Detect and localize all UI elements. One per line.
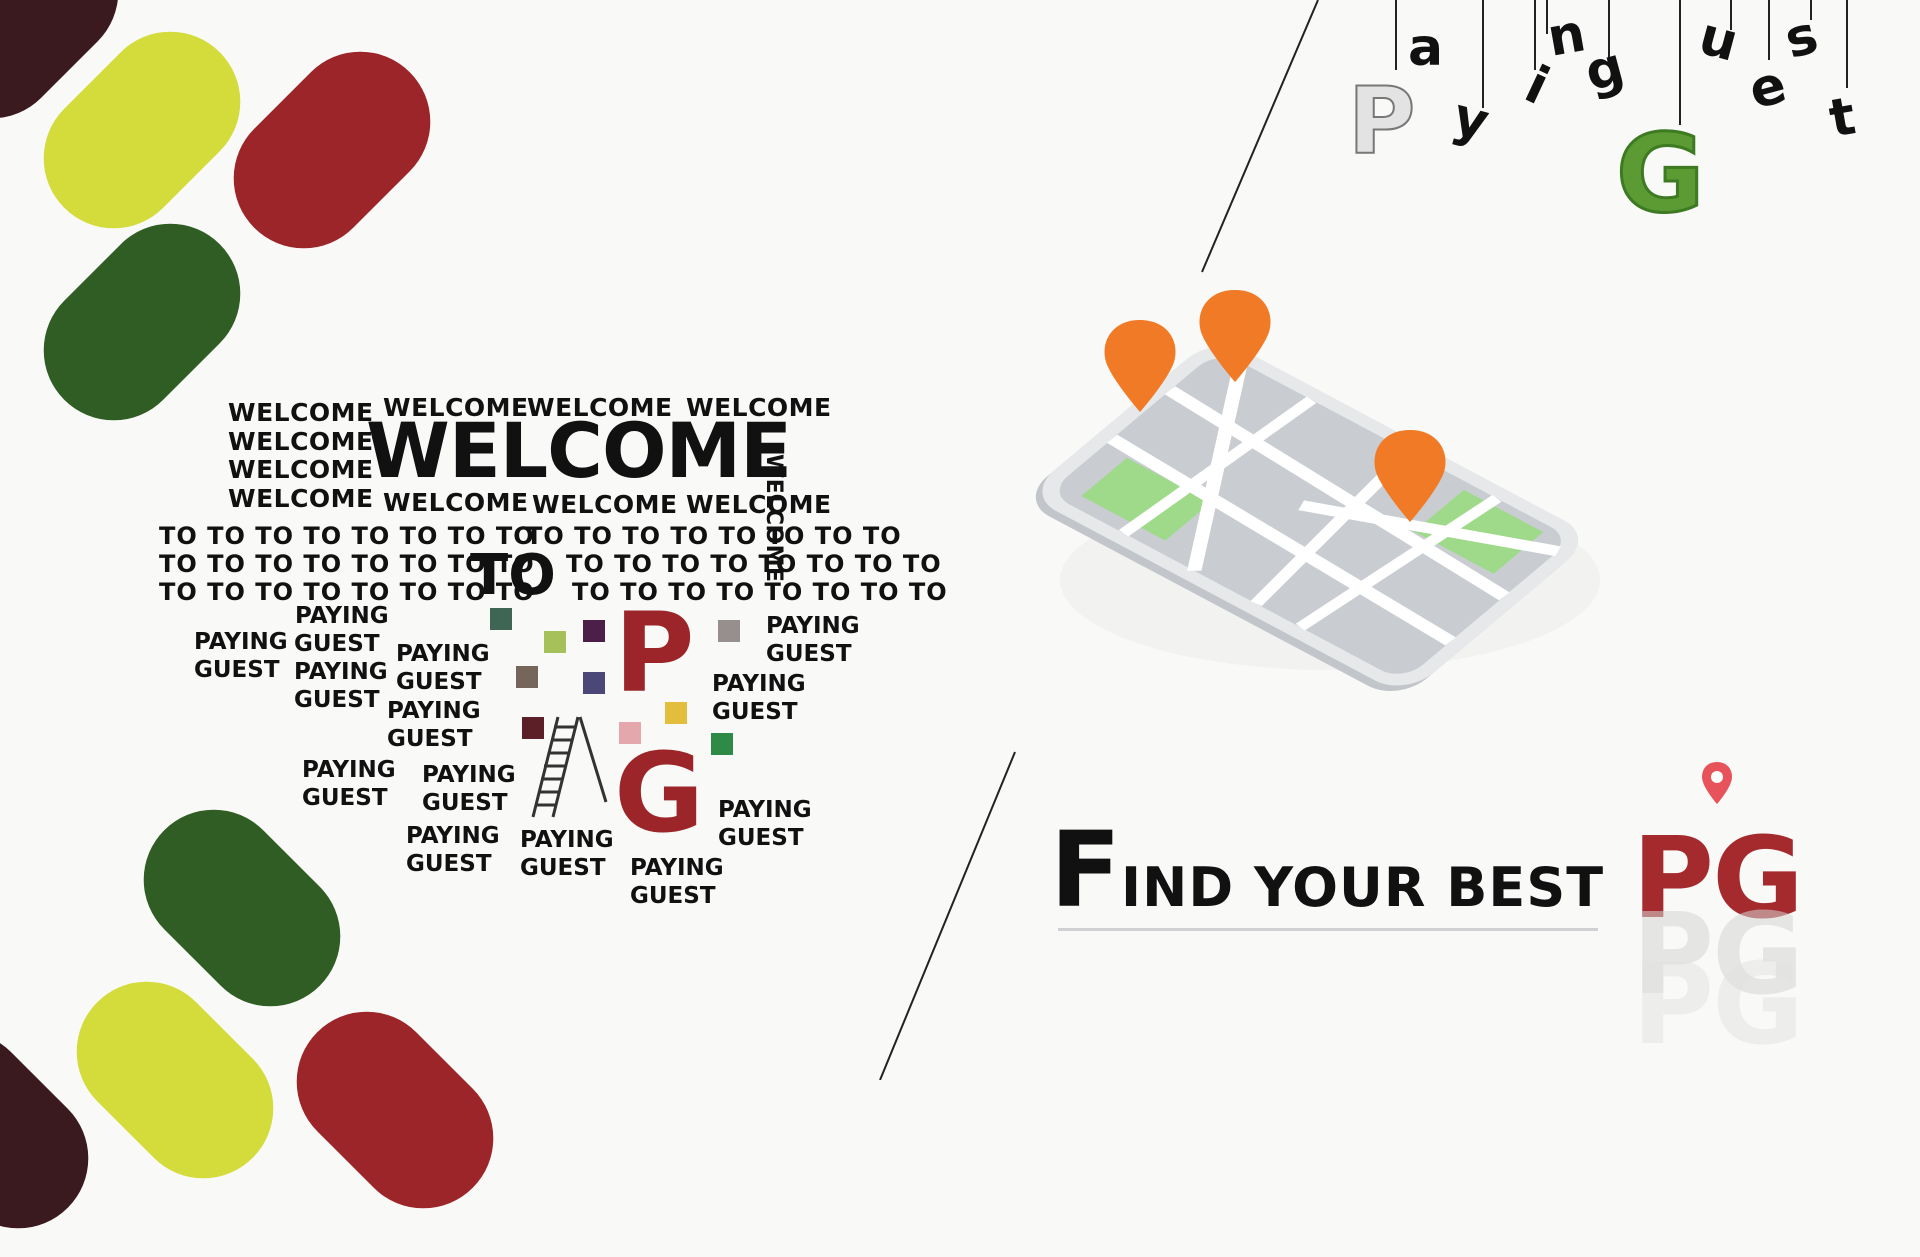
paying-guest-word: PAYING GUEST: [630, 854, 724, 910]
paying-text: PAYING: [295, 603, 389, 629]
guest-text: GUEST: [294, 687, 380, 713]
welcome-word: WELCOME: [228, 398, 374, 427]
guest-text: GUEST: [630, 883, 716, 909]
tagline-first-letter: F: [1050, 809, 1122, 931]
paying-text: PAYING: [387, 698, 481, 724]
paying-guest-word: PAYING GUEST: [396, 640, 490, 696]
guest-text: GUEST: [387, 726, 473, 752]
color-square: [665, 702, 687, 724]
paying-text: PAYING: [422, 762, 516, 788]
guest-text: GUEST: [766, 641, 852, 667]
guest-text: GUEST: [396, 669, 482, 695]
color-square: [711, 733, 733, 755]
color-square: [516, 666, 538, 688]
welcome-word: WELCOME: [228, 484, 374, 513]
guest-text: GUEST: [718, 825, 804, 851]
color-square: [490, 608, 512, 630]
guest-text: GUEST: [302, 785, 388, 811]
letter-p-big: P: [614, 589, 695, 717]
paying-guest-word: PAYING: [295, 602, 389, 630]
welcome-word: WELCOME: [228, 427, 374, 456]
guest-text: GUEST: [194, 657, 280, 683]
paying-guest-word: PAYING GUEST: [520, 826, 614, 882]
hanging-string: [1679, 0, 1681, 125]
paying-guest-word: PAYING GUEST: [718, 796, 812, 852]
tagline-underline: [1058, 928, 1598, 931]
logo-letter: P: [1347, 67, 1416, 176]
color-square: [718, 620, 740, 642]
color-square: [583, 672, 605, 694]
to-row: TO TO TO TO TO TO TO TO: [566, 550, 942, 578]
paying-guest-word: PAYING GUEST: [387, 697, 481, 753]
paying-text: PAYING: [520, 827, 614, 853]
ladder-icon: [531, 716, 608, 818]
hanging-string: [1846, 0, 1848, 88]
guest-text: GUEST: [520, 855, 606, 881]
paying-guest-word: PAYING GUEST: [422, 761, 516, 817]
guest-text: GUEST: [406, 851, 492, 877]
logo-letter-g-grass: G: [1615, 111, 1707, 239]
hanging-string: [1768, 0, 1770, 60]
paying-guest-word: PAYING GUEST: [712, 670, 806, 726]
paying-guest-word: PAYING GUEST: [194, 628, 288, 684]
paying-text: PAYING: [194, 629, 288, 655]
paying-text: PAYING: [718, 797, 812, 823]
logo-letter: a: [1408, 18, 1444, 78]
map-with-pins-icon: [1035, 290, 1600, 691]
letter-g-big: G: [614, 729, 705, 857]
guest-text: GUEST: [294, 631, 380, 657]
location-pin-icon: [1702, 762, 1732, 804]
color-square: [544, 631, 566, 653]
paying-text: PAYING: [630, 855, 724, 881]
welcome-word: WELCOME: [228, 455, 374, 484]
brand-pg-reflection: PG: [1632, 940, 1804, 1070]
hanging-string: [1534, 0, 1536, 70]
welcome-big: WELCOME: [366, 406, 792, 495]
paying-text: PAYING: [294, 659, 388, 685]
tagline-text: IND YOUR BEST: [1121, 856, 1605, 919]
to-big: TO: [470, 543, 556, 608]
paying-text: PAYING: [406, 823, 500, 849]
paying-text: PAYING: [766, 613, 860, 639]
page: { "colors": { "yellow": "#d4dc3c", "red"…: [0, 0, 1920, 1257]
color-square: [619, 722, 641, 744]
paying-guest-word: PAYING GUEST: [406, 822, 500, 878]
guest-text: GUEST: [422, 790, 508, 816]
paying-guest-word: PAYING GUEST: [766, 612, 860, 668]
hanging-string: [1395, 0, 1397, 70]
color-square: [583, 620, 605, 642]
paying-guest-word: GUEST PAYING GUEST: [294, 630, 388, 714]
guest-text: GUEST: [712, 699, 798, 725]
tagline: FIND YOUR BEST: [1050, 818, 1604, 922]
paying-guest-word: PAYING GUEST: [302, 756, 396, 812]
paying-text: PAYING: [396, 641, 490, 667]
paying-text: PAYING: [302, 757, 396, 783]
to-row: TO TO TO TO TO TO TO TO: [526, 522, 902, 550]
paying-text: PAYING: [712, 671, 806, 697]
